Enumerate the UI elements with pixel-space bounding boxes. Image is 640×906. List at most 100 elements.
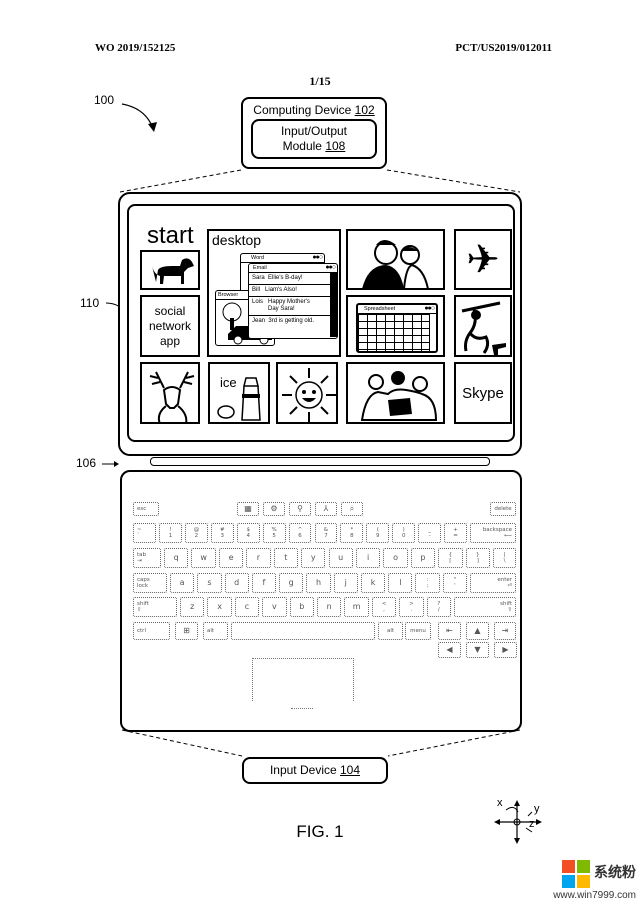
- key-symbol[interactable]: ⅄: [315, 502, 337, 516]
- key-symbol[interactable]: * 8: [340, 523, 364, 543]
- trackpad[interactable]: [252, 658, 354, 701]
- email-scrollbar[interactable]: [330, 272, 337, 337]
- key-symbol[interactable]: {[: [438, 548, 463, 568]
- tile-deer[interactable]: [140, 362, 200, 424]
- deer-image: [149, 371, 195, 422]
- key-o[interactable]: o: [383, 548, 408, 568]
- key-s[interactable]: s: [197, 573, 222, 593]
- key-symbol[interactable]: ▼: [466, 642, 489, 658]
- key-x[interactable]: x: [207, 597, 232, 617]
- key-symbol[interactable]: #3: [210, 523, 234, 543]
- tile-ice[interactable]: ice: [208, 362, 270, 424]
- email-row[interactable]: Bill Liam's Also!: [249, 285, 331, 297]
- window-controls-icon[interactable]: ●●○: [424, 305, 435, 313]
- key-symbol[interactable]: + =: [444, 523, 467, 543]
- key-r[interactable]: r: [246, 548, 271, 568]
- key-ctrl[interactable]: ctrl: [133, 622, 170, 640]
- key-y[interactable]: y: [301, 548, 326, 568]
- key-symbol[interactable]: ⇤: [438, 622, 461, 640]
- tile-desktop[interactable]: desktop Word ●●○ Browser Email ●●○ Sara El…: [207, 229, 341, 357]
- key-k[interactable]: k: [360, 573, 386, 593]
- tile-monkey[interactable]: [454, 295, 512, 357]
- key-shift[interactable]: shift ⇧: [133, 597, 177, 617]
- spreadsheet-window[interactable]: Spreadsheet ●●○: [356, 303, 438, 353]
- key-caps[interactable]: caps lock: [133, 573, 167, 593]
- key-p[interactable]: p: [410, 548, 436, 568]
- key-symbol[interactable]: " ': [442, 573, 467, 593]
- key-label: q: [173, 552, 179, 562]
- window-controls-icon[interactable]: ●●○: [325, 264, 336, 272]
- key-b[interactable]: b: [289, 597, 314, 617]
- key-symbol[interactable]: $4: [236, 523, 260, 543]
- key-t[interactable]: t: [273, 548, 299, 568]
- key-symbol[interactable]: | \: [493, 548, 516, 568]
- tile-sun[interactable]: [276, 362, 338, 424]
- key-symbol[interactable]: ) 0: [392, 523, 416, 543]
- window-controls-icon[interactable]: ●●○: [312, 254, 323, 262]
- key-e[interactable]: e: [218, 548, 244, 568]
- key-f[interactable]: f: [251, 573, 277, 593]
- input-device-ref: 104: [340, 763, 361, 777]
- key-w[interactable]: w: [191, 548, 216, 568]
- key-symbol[interactable]: ⊞: [175, 622, 198, 640]
- key-v[interactable]: v: [262, 597, 287, 617]
- key-symbol[interactable]: ^ 6: [288, 523, 312, 543]
- tile-spreadsheet[interactable]: Spreadsheet ●●○: [346, 295, 445, 357]
- key-z[interactable]: z: [180, 597, 205, 617]
- key-d[interactable]: d: [224, 573, 249, 593]
- key-j[interactable]: j: [333, 573, 358, 593]
- key-enter[interactable]: enter ⏎: [470, 573, 516, 593]
- key-symbol[interactable]: ! 1: [159, 523, 182, 543]
- key-symbol[interactable]: @2: [184, 523, 208, 543]
- tile-people[interactable]: [346, 362, 445, 424]
- key-a[interactable]: a: [170, 573, 195, 593]
- spreadsheet-scrollbar[interactable]: [429, 314, 436, 351]
- email-row[interactable]: Sara Ellie's B-day!: [249, 273, 331, 285]
- key-symbol[interactable]: }]: [465, 548, 490, 568]
- key-symbol[interactable]: ⇥: [494, 622, 516, 640]
- key-symbol[interactable]: % 5: [262, 523, 286, 543]
- key-esc[interactable]: esc: [133, 502, 159, 516]
- key-u[interactable]: u: [328, 548, 353, 568]
- key-symbol[interactable]: ▦: [237, 502, 259, 516]
- key-symbol[interactable]: ~ `: [133, 523, 156, 543]
- key-delete[interactable]: delete: [490, 502, 516, 516]
- key-symbol[interactable]: ⚲: [289, 502, 311, 516]
- key-symbol[interactable]: ▶: [494, 642, 517, 658]
- tile-social-network-app[interactable]: social network app: [140, 295, 200, 357]
- key-space[interactable]: [231, 622, 375, 640]
- key-backspace[interactable]: backspace ⟵: [470, 523, 516, 543]
- key-symbol[interactable]: ◀: [438, 642, 461, 658]
- key-h[interactable]: h: [306, 573, 331, 593]
- key-alt[interactable]: alt: [378, 622, 403, 640]
- key-shift[interactable]: shift ⇧: [454, 597, 516, 617]
- airplane-icon[interactable]: ✈: [454, 229, 512, 290]
- key-q[interactable]: q: [164, 548, 189, 568]
- key-c[interactable]: c: [234, 597, 260, 617]
- email-window[interactable]: Email ●●○ Sara Ellie's B-day! Bill Liam's…: [248, 263, 338, 339]
- tile-skype[interactable]: Skype: [454, 362, 512, 424]
- key-m[interactable]: m: [344, 597, 369, 617]
- key-symbol[interactable]: ? /: [426, 597, 451, 617]
- email-row[interactable]: Lois Happy Mother's Day Sara!: [249, 297, 331, 316]
- key-symbol[interactable]: _ -: [418, 523, 442, 543]
- email-row[interactable]: Jean 3rd is getting old.: [249, 316, 331, 327]
- tile-dog[interactable]: [140, 250, 200, 290]
- tile-photo[interactable]: [346, 229, 445, 290]
- key-alt[interactable]: alt: [203, 622, 228, 640]
- key-symbol[interactable]: >.: [399, 597, 424, 617]
- key-symbol[interactable]: ▲: [466, 622, 489, 640]
- key-symbol[interactable]: ⚙: [263, 502, 285, 516]
- key-symbol[interactable]: ⌕: [341, 502, 363, 516]
- key-menu[interactable]: menu: [405, 622, 431, 640]
- key-tab[interactable]: tab ⇥: [133, 548, 161, 568]
- key-symbol[interactable]: <,: [371, 597, 397, 617]
- key-l[interactable]: l: [388, 573, 413, 593]
- key-n[interactable]: n: [317, 597, 342, 617]
- key-symbol[interactable]: & 7: [314, 523, 338, 543]
- key-i[interactable]: i: [355, 548, 381, 568]
- key-g[interactable]: g: [279, 573, 304, 593]
- key-symbol[interactable]: :;: [415, 573, 440, 593]
- key-symbol[interactable]: (9: [366, 523, 390, 543]
- desktop-label: desktop: [212, 232, 262, 248]
